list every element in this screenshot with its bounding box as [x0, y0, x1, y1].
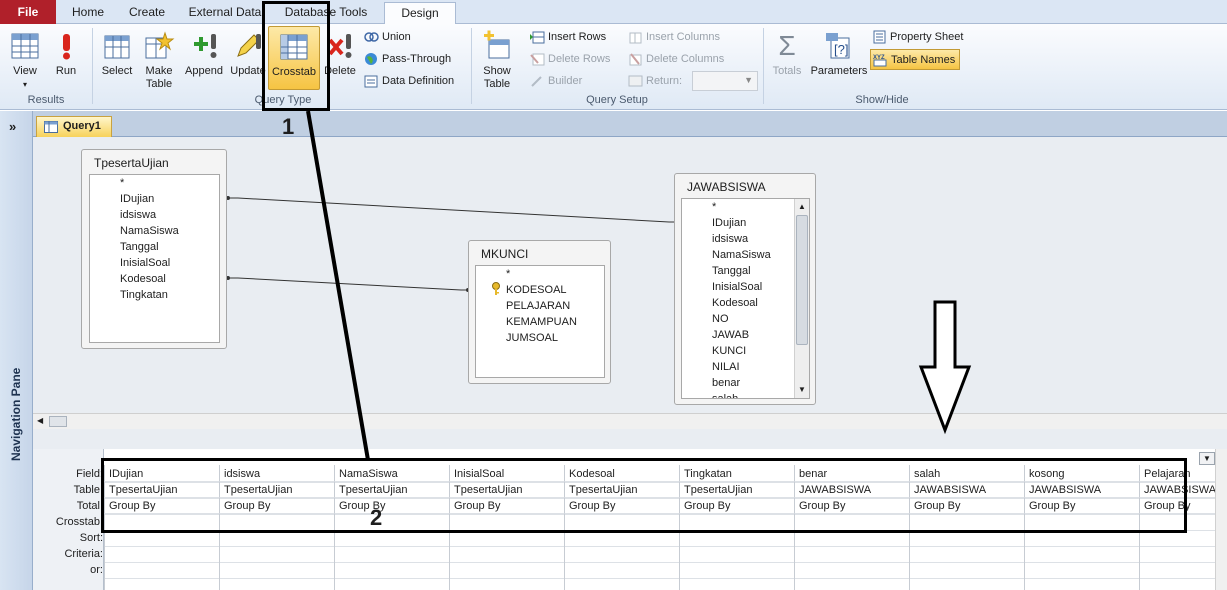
annotation-box-grid [101, 458, 1187, 533]
annotation-label-2: 2 [370, 505, 383, 530]
